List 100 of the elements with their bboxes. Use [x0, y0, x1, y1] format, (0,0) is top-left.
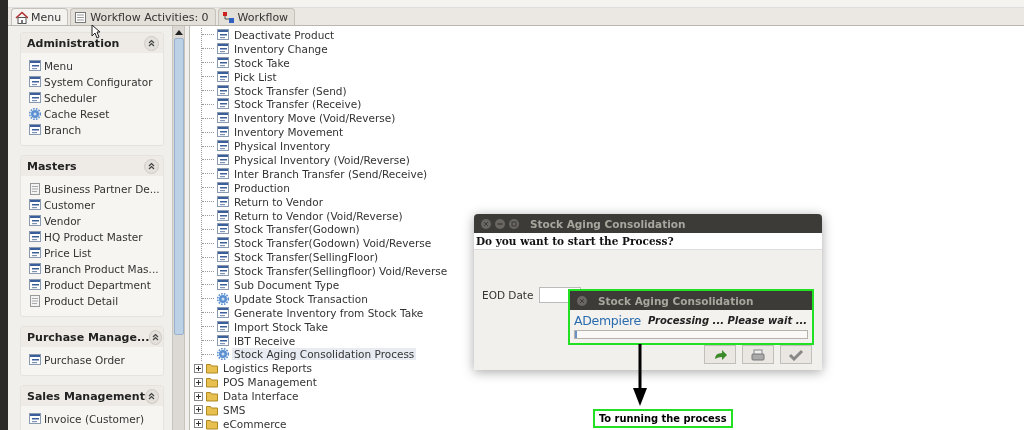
window-icon: [29, 60, 41, 72]
expand-icon[interactable]: [194, 377, 203, 387]
window-icon: [29, 215, 41, 227]
tree-folder[interactable]: POS Management: [221, 376, 319, 389]
expand-icon[interactable]: [194, 405, 203, 415]
expand-icon[interactable]: [194, 363, 203, 373]
list-icon: [74, 10, 88, 24]
tree-item[interactable]: Update Stock Transaction: [232, 292, 370, 305]
window-icon: [217, 181, 229, 194]
tree-item[interactable]: Generate Inventory from Stock Take: [232, 306, 426, 319]
print-button[interactable]: [742, 345, 774, 364]
tree-item[interactable]: Sub Document Type: [232, 278, 342, 291]
close-icon: [576, 294, 588, 307]
window-icon: [217, 153, 229, 166]
tree-item[interactable]: Return to Vendor: [232, 195, 325, 208]
tree-item[interactable]: Stock Aging Consolidation Process: [232, 348, 417, 361]
process-button[interactable]: [704, 345, 736, 364]
menu-item[interactable]: System Configurator: [29, 74, 159, 90]
tree-item[interactable]: Stock Transfer(Sellingfloor) Void/Reverse: [232, 265, 450, 278]
gear-icon: [217, 348, 229, 361]
field-label: EOD Date: [482, 289, 534, 301]
window-icon: [217, 84, 229, 97]
tab[interactable]: Menu: [11, 8, 69, 25]
window-icon: [29, 247, 41, 259]
tree-item[interactable]: Production: [232, 181, 292, 194]
window-icon: [217, 278, 229, 291]
tree-folder[interactable]: SMS: [221, 404, 248, 416]
section-title: Purchase Manage...: [27, 330, 150, 344]
mouse-pointer-icon: [91, 24, 101, 39]
menu-item[interactable]: Product Department: [29, 277, 159, 293]
menu-item[interactable]: Product Detail: [29, 293, 159, 309]
folder-icon: [206, 376, 218, 389]
collapse-button[interactable]: [144, 158, 159, 174]
tree-item[interactable]: IBT Receive: [232, 334, 298, 347]
tree-item[interactable]: Return to Vendor (Void/Reverse): [232, 209, 405, 222]
collapse-button[interactable]: [149, 329, 163, 345]
menu-item[interactable]: Customer: [29, 197, 159, 213]
window-icon: [217, 334, 229, 347]
menu-item[interactable]: Branch: [29, 122, 159, 138]
tree-item[interactable]: Inventory Movement: [232, 126, 346, 139]
tree-item[interactable]: Deactivate Product: [232, 28, 337, 41]
status-message: Processing ... Please wait ...: [648, 315, 808, 326]
tree-item[interactable]: Stock Take: [232, 56, 292, 69]
window-icon: [29, 279, 41, 291]
window-icon: [29, 92, 41, 104]
menu-item[interactable]: Business Partner De...: [29, 181, 159, 197]
menu-item[interactable]: Scheduler: [29, 90, 159, 106]
collapse-button[interactable]: [144, 35, 159, 51]
window-icon: [217, 223, 229, 236]
tree-item[interactable]: Pick List: [232, 70, 279, 83]
scroll-thumb[interactable]: [173, 38, 184, 335]
tree-folder[interactable]: Data Interface: [221, 390, 301, 403]
collapse-button[interactable]: [144, 388, 159, 404]
tree-item[interactable]: Stock Transfer(SellingFloor): [232, 251, 381, 264]
window-icon: [217, 265, 229, 278]
expand-icon[interactable]: [194, 419, 203, 429]
window-icon: [217, 140, 229, 153]
scrollbar[interactable]: [172, 26, 185, 430]
menu-item[interactable]: Branch Product Mas...: [29, 261, 159, 277]
tree-item[interactable]: Physical Inventory (Void/Reverse): [232, 153, 412, 166]
window-icon: [217, 306, 229, 319]
tree-item[interactable]: Import Stock Take: [232, 320, 330, 333]
window-icon: [217, 126, 229, 139]
expand-icon[interactable]: [194, 391, 203, 401]
flowchart-icon: [221, 10, 235, 24]
window-icon: [29, 124, 41, 136]
document-icon: [29, 183, 41, 195]
tree-item[interactable]: Inventory Change: [232, 42, 330, 55]
menu-item[interactable]: Invoice (Customer): [29, 411, 159, 427]
window-icon: [217, 195, 229, 208]
tree-item[interactable]: Stock Transfer(Godown): [232, 223, 362, 236]
window-icon: [29, 413, 41, 425]
window-icon: [217, 70, 229, 83]
menu-item[interactable]: Price List: [29, 245, 159, 261]
tree-item[interactable]: Stock Transfer(Godown) Void/Reverse: [232, 237, 434, 250]
menu-item[interactable]: Menu: [29, 58, 159, 74]
tab[interactable]: Workflow Activities: 0: [70, 8, 216, 25]
window-title: Stock Aging Consolidation: [598, 294, 754, 307]
folder-icon: [206, 362, 218, 375]
gear-icon: [217, 292, 229, 305]
tree-item[interactable]: Physical Inventory: [232, 140, 333, 153]
tree-item[interactable]: Inter Branch Transfer (Send/Receive): [232, 167, 430, 180]
window-icon: [217, 56, 229, 69]
menu-item[interactable]: HQ Product Master: [29, 229, 159, 245]
logo: ADempiere: [574, 313, 641, 328]
tree-item[interactable]: Stock Transfer (Send): [232, 84, 349, 97]
section-title: Administration: [27, 36, 120, 50]
menu-item[interactable]: Cache Reset: [29, 106, 159, 122]
close-icon: [480, 217, 492, 230]
ok-button[interactable]: [780, 345, 812, 364]
menu-item[interactable]: Vendor: [29, 213, 159, 229]
tree-item[interactable]: Inventory Move (Void/Reverse): [232, 112, 398, 125]
curved-arrow-icon: [712, 348, 728, 361]
tree-item[interactable]: Stock Transfer (Receive): [232, 98, 364, 111]
tab[interactable]: Workflow: [217, 8, 296, 25]
tree-folder[interactable]: eCommerce: [221, 417, 289, 430]
menu-item[interactable]: Purchase Order: [29, 352, 159, 368]
window-icon: [217, 237, 229, 250]
tree-folder[interactable]: Logistics Reports: [221, 362, 315, 375]
window-icon: [29, 76, 41, 88]
